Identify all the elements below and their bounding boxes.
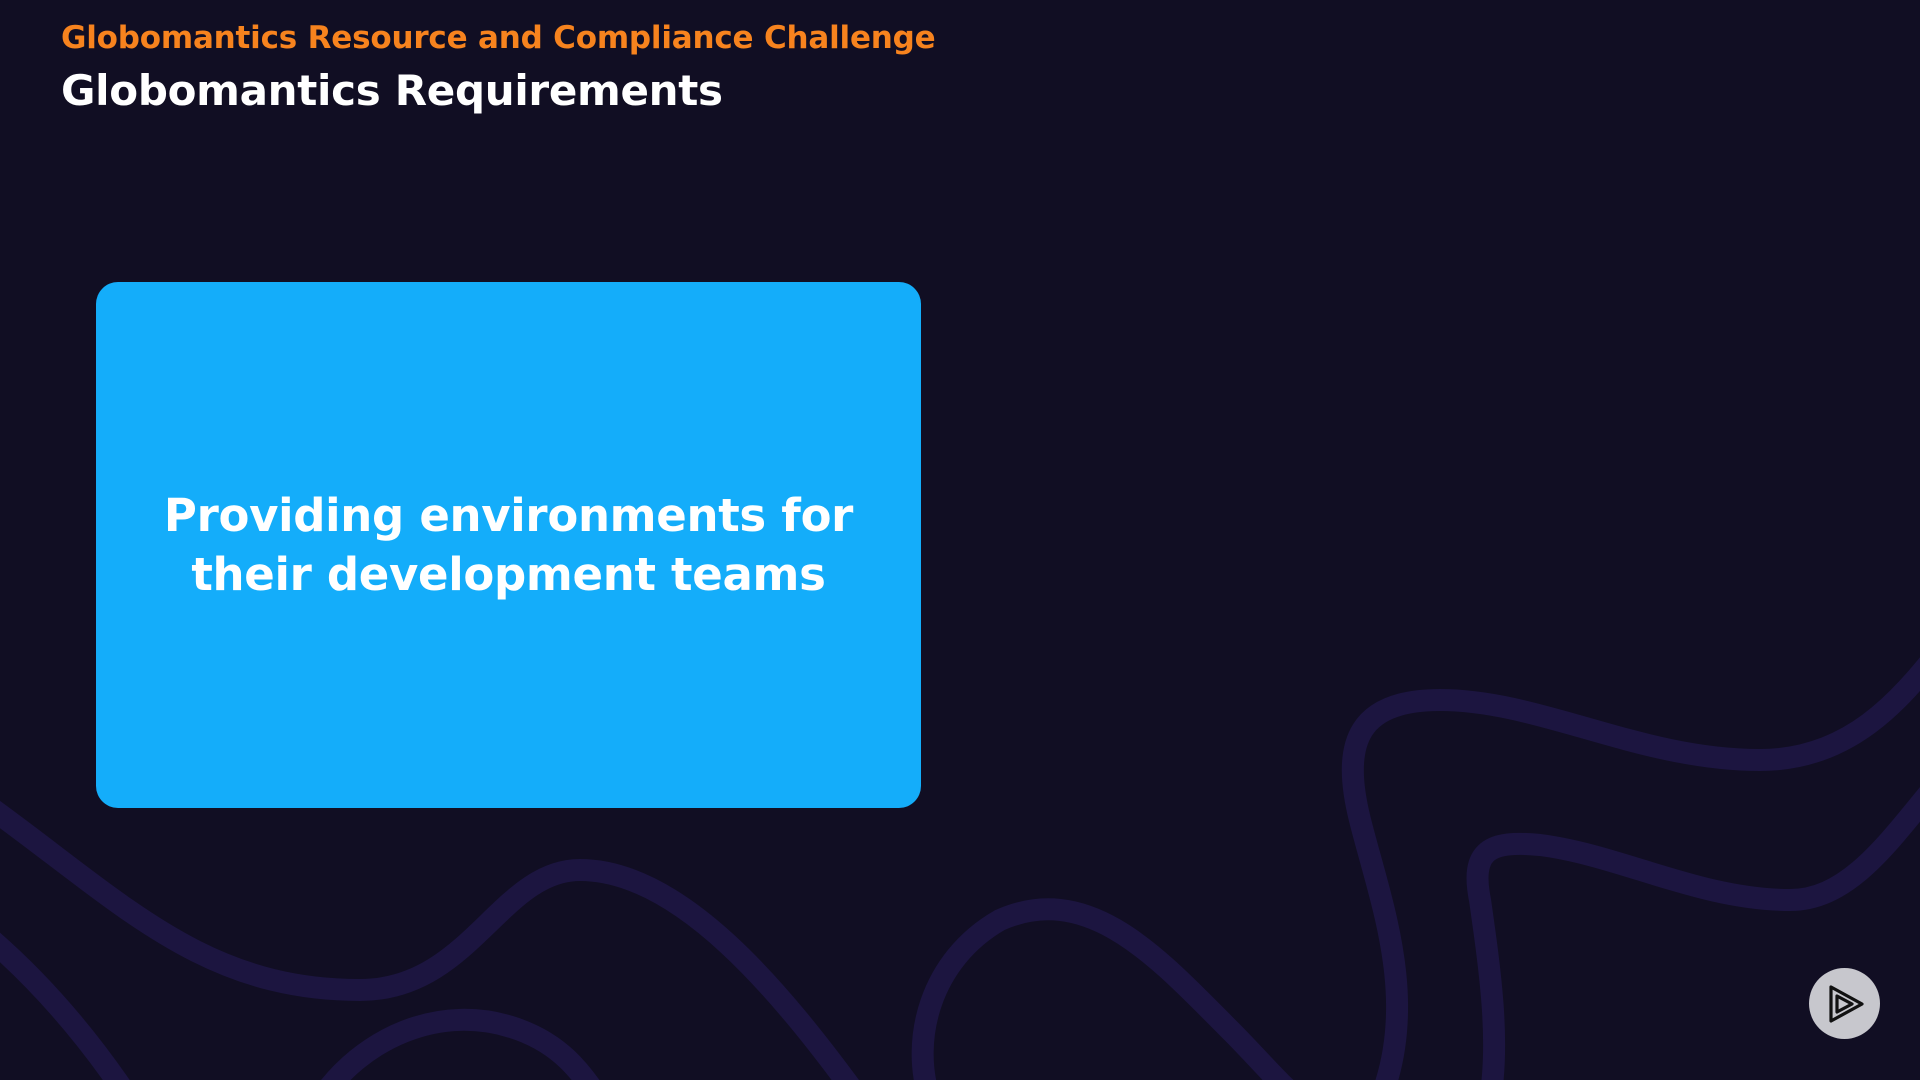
requirement-card: Providing environments for their develop… (96, 282, 921, 808)
requirement-text: Providing environments for their develop… (163, 489, 854, 601)
player-play-button[interactable] (1809, 968, 1880, 1039)
course-subtitle: Globomantics Resource and Compliance Cha… (61, 20, 936, 56)
slide: Globomantics Resource and Compliance Cha… (0, 0, 1920, 1080)
slide-title: Globomantics Requirements (61, 66, 723, 115)
pluralsight-play-icon (1828, 984, 1864, 1023)
